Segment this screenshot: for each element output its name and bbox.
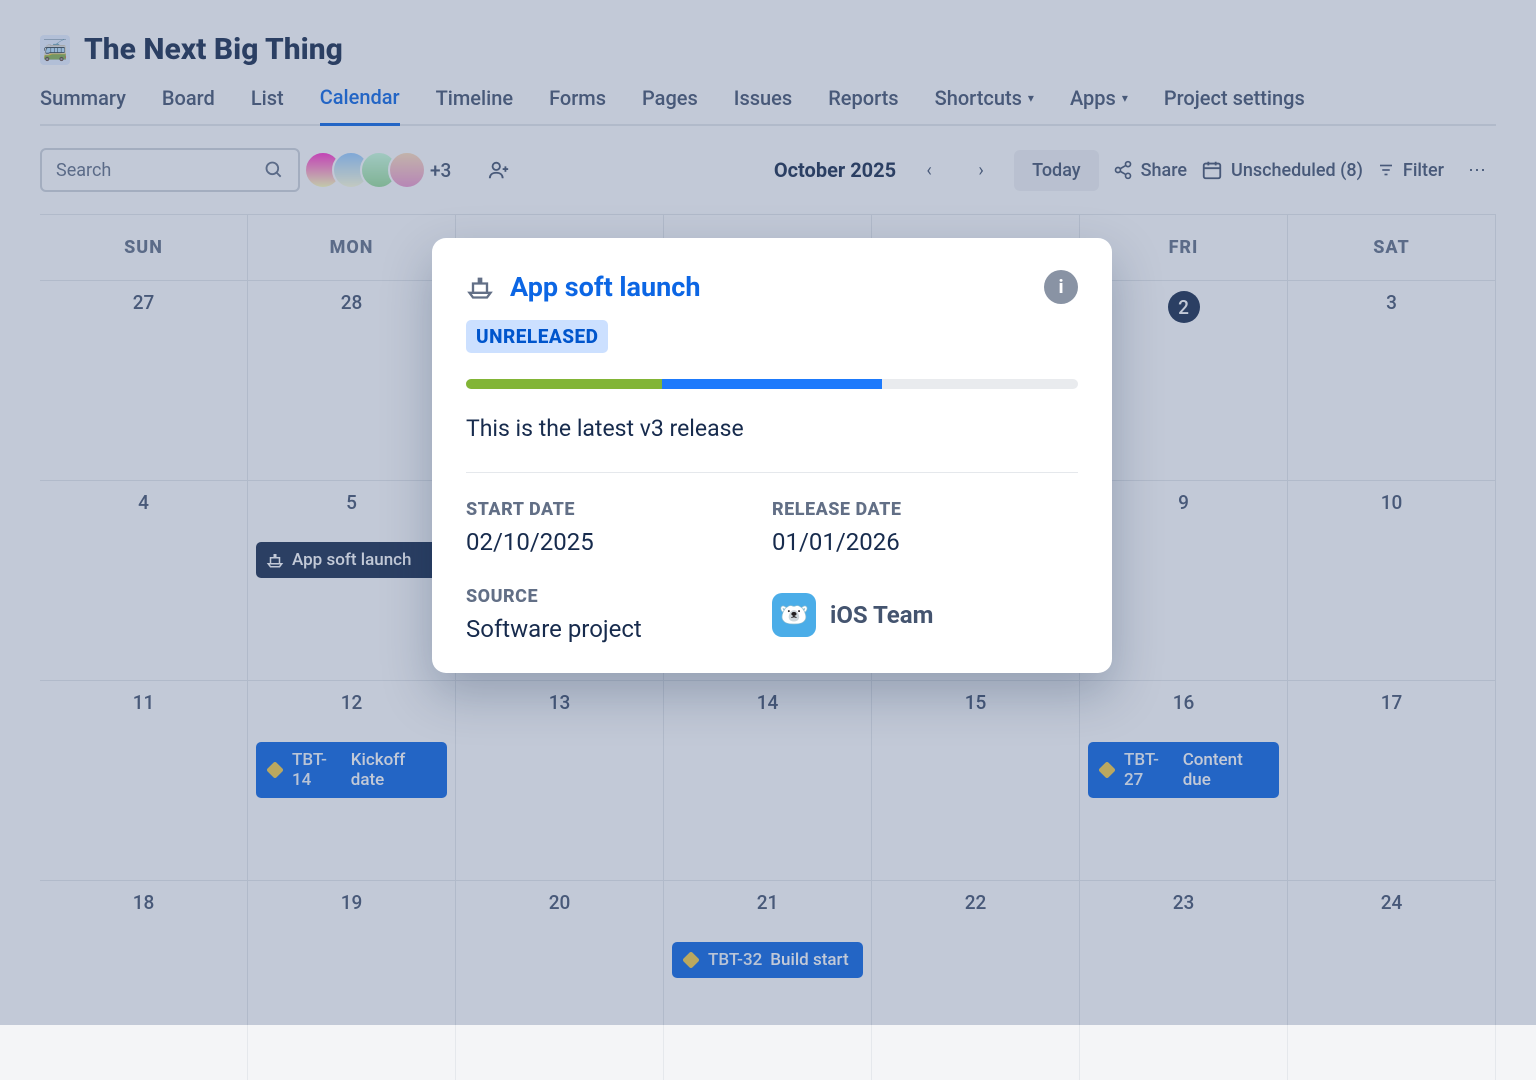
team-link[interactable]: 🐻‍❄️ iOS Team xyxy=(772,586,1078,643)
release-detail-modal: App soft launch i UNRELEASED This is the… xyxy=(432,238,1112,673)
modal-description: This is the latest v3 release xyxy=(466,415,1078,442)
source-label: SOURCE xyxy=(466,586,772,607)
progress-bar xyxy=(466,379,1078,389)
source-value: Software project xyxy=(466,615,772,643)
modal-title[interactable]: App soft launch xyxy=(510,271,700,303)
release-date-value: 01/01/2026 xyxy=(772,528,1078,556)
info-icon[interactable]: i xyxy=(1044,270,1078,304)
team-icon: 🐻‍❄️ xyxy=(772,593,816,637)
start-date-value: 02/10/2025 xyxy=(466,528,772,556)
release-date-label: RELEASE DATE xyxy=(772,499,1078,520)
team-name: iOS Team xyxy=(830,601,933,629)
status-badge: UNRELEASED xyxy=(466,320,608,353)
start-date-label: START DATE xyxy=(466,499,772,520)
ship-icon xyxy=(466,273,494,301)
